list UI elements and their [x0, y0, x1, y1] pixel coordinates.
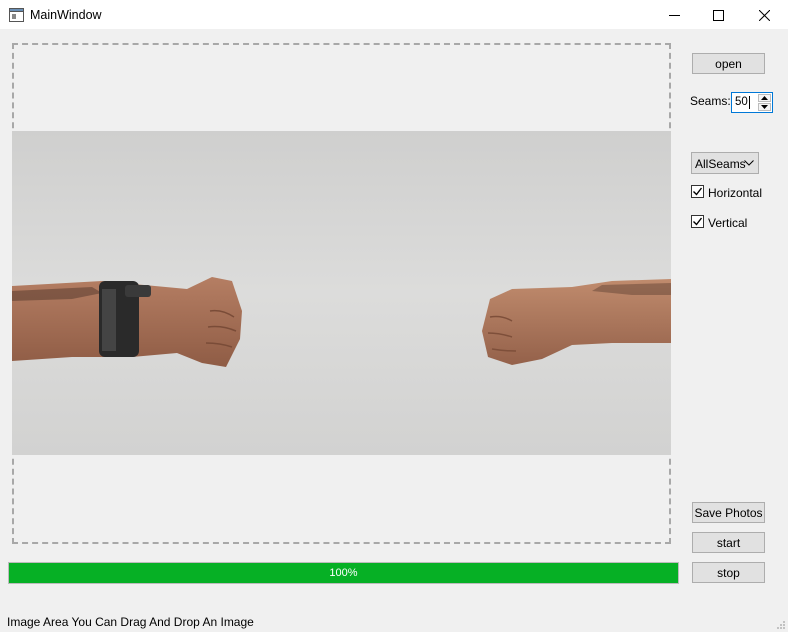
seams-value: 50	[735, 96, 748, 108]
start-button[interactable]: start	[692, 532, 765, 553]
chevron-down-icon	[761, 105, 768, 109]
title-bar[interactable]: MainWindow	[0, 0, 788, 30]
progress-text: 100%	[329, 567, 358, 579]
seams-spinbox[interactable]: 50	[731, 92, 773, 113]
maximize-button[interactable]	[695, 0, 741, 30]
close-icon	[758, 9, 770, 21]
stop-button[interactable]: stop	[692, 562, 765, 583]
minimize-icon	[668, 14, 680, 16]
horizontal-label[interactable]: Horizontal	[708, 186, 762, 200]
seams-label: Seams:	[690, 94, 731, 108]
chevron-down-icon	[744, 160, 754, 166]
image-photo	[12, 131, 671, 455]
checkmark-icon	[693, 217, 703, 226]
maximize-icon	[712, 9, 724, 21]
status-text: Image Area You Can Drag And Drop An Imag…	[7, 615, 254, 629]
seam-mode-value: AllSeams	[695, 157, 746, 171]
open-button[interactable]: open	[692, 53, 765, 74]
seam-mode-select[interactable]: AllSeams	[691, 152, 759, 174]
text-caret	[749, 96, 750, 109]
progress-bar: 100%	[8, 562, 679, 584]
spin-buttons	[758, 94, 771, 111]
checkmark-icon	[693, 187, 703, 196]
vertical-label[interactable]: Vertical	[708, 216, 747, 230]
resize-grip-icon[interactable]	[776, 620, 786, 630]
window-app-icon	[9, 8, 24, 22]
save-photos-button[interactable]: Save Photos	[692, 502, 765, 523]
minimize-button[interactable]	[651, 0, 697, 30]
horizontal-checkbox[interactable]	[691, 185, 704, 198]
vertical-checkbox[interactable]	[691, 215, 704, 228]
spin-down-button[interactable]	[758, 103, 771, 111]
window-title: MainWindow	[30, 8, 102, 22]
spin-up-button[interactable]	[758, 94, 771, 102]
close-button[interactable]	[741, 0, 787, 30]
chevron-up-icon	[761, 96, 768, 100]
